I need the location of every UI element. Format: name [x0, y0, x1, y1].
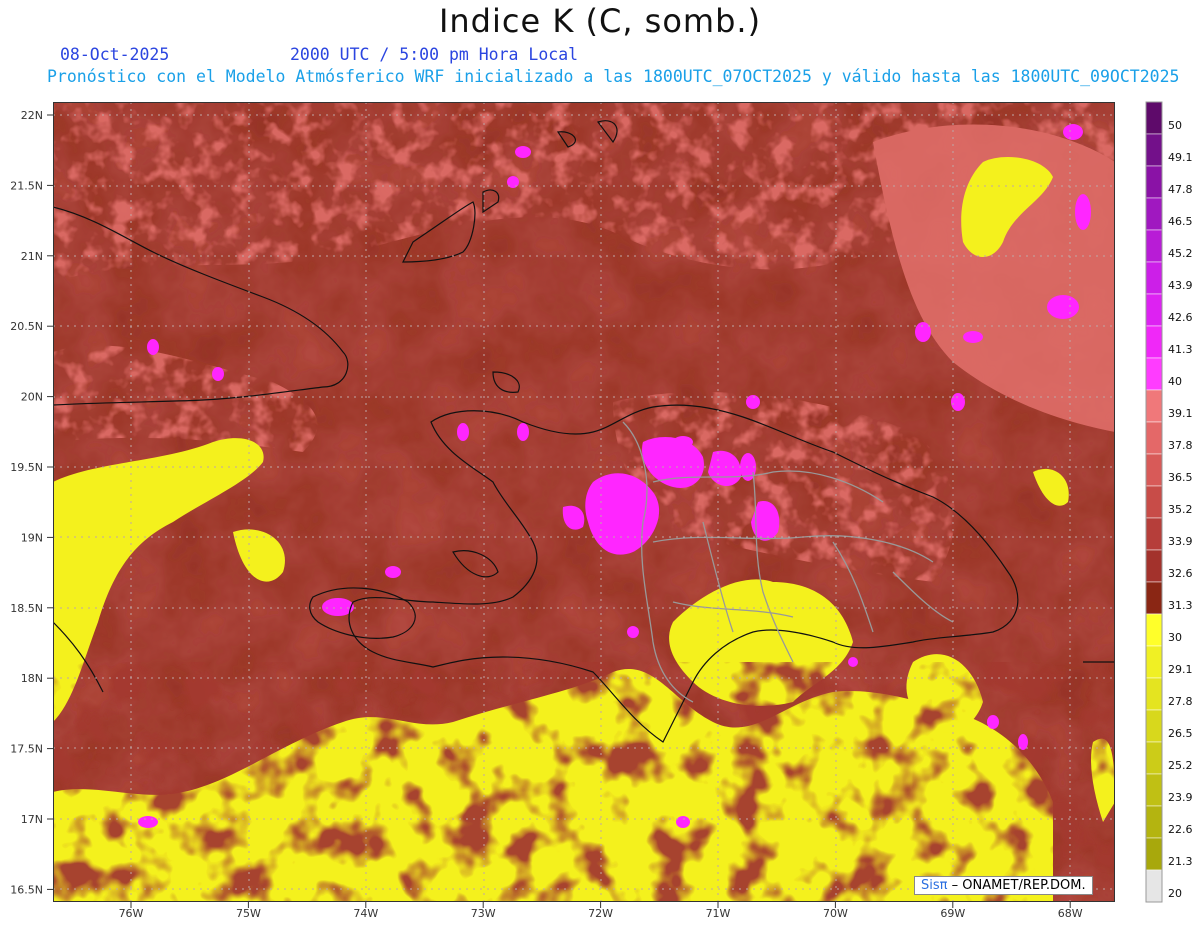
legend-label: 22.6: [1168, 823, 1193, 836]
legend-label: 27.8: [1168, 695, 1193, 708]
lat-tick-label: 16.5N: [10, 883, 43, 896]
forecast-time: 2000 UTC / 5:00 pm Hora Local: [290, 45, 579, 64]
legend-swatch: [1145, 293, 1163, 327]
lon-tick-label: 72W: [588, 907, 613, 920]
legend-swatch: [1145, 517, 1163, 551]
legend-label: 31.3: [1168, 599, 1193, 612]
k-index-map: [53, 102, 1115, 902]
credit-badge: Sisπ – ONAMET/REP.DOM.: [914, 876, 1093, 895]
credit-symbol: Sisπ: [921, 878, 948, 893]
lat-tick-label: 20.5N: [10, 320, 43, 333]
legend-swatch: [1145, 581, 1163, 615]
lat-tick-label: 19N: [21, 531, 43, 544]
lon-tick-label: 75W: [236, 907, 261, 920]
forecast-date: 08-Oct-2025: [60, 45, 170, 64]
lon-tick-label: 69W: [940, 907, 965, 920]
legend-swatch: [1145, 709, 1163, 743]
legend-label: 43.9: [1168, 279, 1193, 292]
legend-swatch: [1145, 773, 1163, 807]
legend-label: 36.5: [1168, 471, 1193, 484]
legend-label: 40: [1168, 375, 1182, 388]
legend-swatch: [1145, 485, 1163, 519]
legend-label: 35.2: [1168, 503, 1193, 516]
legend-swatch: [1145, 197, 1163, 231]
legend-label: 20: [1168, 887, 1182, 900]
map-title: Indice K (C, somb.): [438, 2, 762, 40]
legend-label: 33.9: [1168, 535, 1193, 548]
lat-tick-label: 18N: [21, 672, 43, 685]
map-canvas: [53, 102, 1115, 902]
legend-swatch: [1145, 389, 1163, 423]
legend-swatch: [1145, 549, 1163, 583]
legend-label: 42.6: [1168, 311, 1193, 324]
legend-swatch: [1145, 421, 1163, 455]
legend-swatch: [1145, 837, 1163, 871]
legend-swatch: [1145, 101, 1163, 135]
lon-tick-label: 74W: [353, 907, 378, 920]
legend-label: 37.8: [1168, 439, 1193, 452]
forecast-description: Pronóstico con el Modelo Atmósferico WRF…: [47, 67, 1180, 86]
legend-label: 47.8: [1168, 183, 1193, 196]
latitude-axis: 22N 21.5N 21N 20.5N 20N 19.5N 19N 18.5N 18N 17.5N…: [10, 109, 53, 896]
lat-tick-label: 21N: [21, 250, 43, 263]
lat-tick-label: 19.5N: [10, 461, 43, 474]
legend-label: 25.2: [1168, 759, 1193, 772]
legend-swatch: [1145, 805, 1163, 839]
lon-tick-label: 68W: [1058, 907, 1083, 920]
legend-swatch: [1145, 133, 1163, 167]
legend-label: 46.5: [1168, 215, 1193, 228]
legend-label: 32.6: [1168, 567, 1193, 580]
legend-swatch: [1145, 165, 1163, 199]
legend-frame: [1145, 101, 1163, 903]
legend-swatch: [1145, 613, 1163, 647]
legend-swatch: [1145, 869, 1163, 903]
legend-swatch: [1145, 453, 1163, 487]
lat-tick-label: 18.5N: [10, 602, 43, 615]
lon-tick-label: 76W: [119, 907, 144, 920]
field-red-islands: [53, 662, 1115, 902]
legend-label: 41.3: [1168, 343, 1193, 356]
legend-swatch: [1145, 325, 1163, 359]
legend-label: 29.1: [1168, 663, 1193, 676]
legend-swatch: [1145, 261, 1163, 295]
legend-label: 49.1: [1168, 151, 1193, 164]
legend-swatch: [1145, 741, 1163, 775]
lon-tick-label: 70W: [823, 907, 848, 920]
legend-swatch: [1145, 357, 1163, 391]
lat-tick-label: 20N: [21, 391, 43, 404]
legend-label: 23.9: [1168, 791, 1193, 804]
lon-tick-label: 71W: [706, 907, 731, 920]
legend-label: 26.5: [1168, 727, 1193, 740]
legend-label: 21.3: [1168, 855, 1193, 868]
legend-label: 45.2: [1168, 247, 1193, 260]
legend-label: 50: [1168, 119, 1182, 132]
longitude-axis: 76W 75W 74W 73W 72W 71W 70W 69W 68W: [119, 902, 1083, 920]
lat-tick-label: 21.5N: [10, 179, 43, 192]
credit-text: – ONAMET/REP.DOM.: [951, 878, 1086, 893]
legend-swatch: [1145, 677, 1163, 711]
legend-swatch: [1145, 645, 1163, 679]
lat-tick-label: 22N: [21, 109, 43, 122]
lat-tick-label: 17.5N: [10, 743, 43, 756]
lat-tick-label: 17N: [21, 813, 43, 826]
legend-label: 30: [1168, 631, 1182, 644]
legend-label: 39.1: [1168, 407, 1193, 420]
lon-tick-label: 73W: [471, 907, 496, 920]
legend-swatch: [1145, 229, 1163, 263]
color-legend: 50 49.1 47.8 46.5 45.2 43.9 42.6 41.3 40 39.1 37.8…: [1145, 101, 1193, 903]
